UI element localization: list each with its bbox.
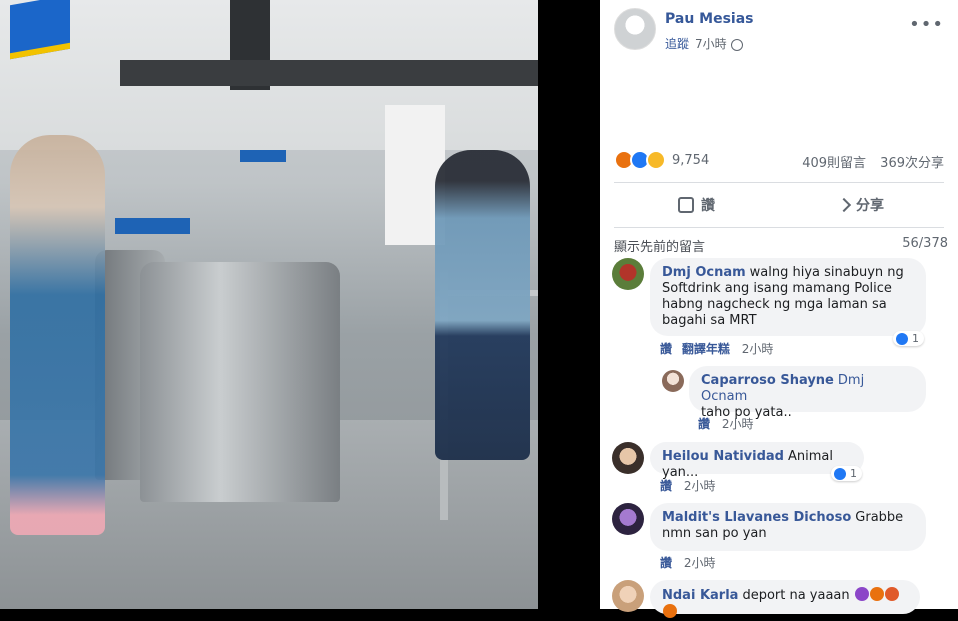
follow-link[interactable]: 追蹤 bbox=[665, 37, 689, 51]
comment: Maldit's Llavanes Dichoso Grabbe nmn san … bbox=[612, 503, 952, 573]
thumbs-up-icon bbox=[678, 197, 694, 213]
comment-time[interactable]: 2小時 bbox=[684, 479, 716, 493]
commenter-name[interactable]: Caparroso Shayne bbox=[701, 373, 834, 388]
comment-like-badge[interactable]: 1 bbox=[831, 466, 862, 481]
post-stats: 9,754 409則留言 369次分享 bbox=[614, 150, 944, 174]
comment-actions: 讚 2小時 bbox=[698, 415, 753, 432]
comment: Ndai Karla deport na yaaan bbox=[612, 580, 952, 620]
angry-emoji-icon bbox=[884, 587, 899, 601]
comment-time[interactable]: 2小時 bbox=[722, 417, 754, 431]
commenter-name[interactable]: Ndai Karla bbox=[662, 588, 738, 603]
comment-time[interactable]: 2小時 bbox=[742, 342, 774, 356]
photo-officer bbox=[435, 150, 530, 460]
comment-like-link[interactable]: 讚 bbox=[660, 342, 672, 356]
comment-actions: 讚 2小時 bbox=[660, 477, 715, 494]
comment-time[interactable]: 2小時 bbox=[684, 556, 716, 570]
post-panel: Pau Mesias 追蹤 7小時 ••• 9,754 409則留言 369次分享… bbox=[600, 0, 958, 618]
commenter-name[interactable]: Dmj Ocnam bbox=[662, 265, 746, 280]
angry-emoji-icon bbox=[869, 587, 884, 601]
comment-bubble: Dmj Ocnam walng hiya sinabuyn ng Softdrin… bbox=[650, 258, 926, 336]
commenter-avatar[interactable] bbox=[662, 370, 684, 392]
comment-like-link[interactable]: 讚 bbox=[660, 556, 672, 570]
comment-like-link[interactable]: 讚 bbox=[698, 417, 710, 431]
comment-like-badge[interactable]: 1 bbox=[893, 331, 924, 346]
commenter-avatar[interactable] bbox=[612, 258, 644, 290]
comment: Heilou Natividad Animal yan... 1 讚 2小時 bbox=[612, 442, 952, 494]
post-meta: 追蹤 7小時 bbox=[665, 35, 743, 52]
globe-icon bbox=[730, 38, 743, 51]
view-previous-comments-link[interactable]: 顯示先前的留言 bbox=[614, 240, 705, 255]
author-name[interactable]: Pau Mesias bbox=[665, 11, 754, 27]
like-icon bbox=[896, 332, 908, 345]
post-photo[interactable] bbox=[0, 0, 538, 609]
post-time[interactable]: 7小時 bbox=[695, 37, 727, 51]
angry-emoji-icon bbox=[663, 604, 677, 618]
comment-bubble: Caparroso Shayne Dmj Ocnam taho po yata.. bbox=[689, 366, 926, 420]
comment-actions: 讚 2小時 bbox=[660, 554, 715, 571]
commenter-avatar[interactable] bbox=[612, 442, 644, 474]
comment-text: deport na yaaan bbox=[742, 588, 850, 603]
photo-duct-horizontal bbox=[120, 60, 538, 86]
post-header: Pau Mesias 追蹤 7小時 ••• bbox=[614, 8, 958, 58]
like-icon bbox=[834, 467, 846, 480]
photo-sign bbox=[240, 150, 286, 162]
author-avatar[interactable] bbox=[614, 8, 656, 50]
comment-reply: Caparroso Shayne Dmj Ocnam taho po yata..… bbox=[662, 366, 952, 436]
comment-bubble: Maldit's Llavanes Dichoso Grabbe nmn san … bbox=[650, 503, 926, 551]
comment-count[interactable]: 409則留言 bbox=[802, 156, 866, 171]
comment: Dmj Ocnam walng hiya sinabuyn ng Softdrin… bbox=[612, 258, 952, 358]
share-button[interactable]: 分享 bbox=[779, 183, 944, 227]
reaction-count: 9,754 bbox=[672, 152, 710, 168]
devil-emoji-icon bbox=[854, 587, 869, 601]
comment-like-link[interactable]: 讚 bbox=[660, 479, 672, 493]
photo-woman bbox=[10, 135, 105, 535]
comment-pager: 56/378 bbox=[902, 236, 948, 251]
action-bar: 讚 分享 bbox=[614, 182, 944, 228]
like-count: 1 bbox=[912, 332, 919, 345]
share-arrow-icon bbox=[836, 197, 852, 213]
share-label: 分享 bbox=[856, 198, 884, 214]
commenter-avatar[interactable] bbox=[612, 503, 644, 535]
photo-sign bbox=[115, 218, 190, 234]
share-count[interactable]: 369次分享 bbox=[880, 156, 944, 171]
photo-turnstile bbox=[140, 262, 340, 502]
like-count: 1 bbox=[850, 467, 857, 480]
commenter-avatar[interactable] bbox=[612, 580, 644, 612]
commenter-name[interactable]: Maldit's Llavanes Dichoso bbox=[662, 510, 851, 525]
previous-comments-row: 顯示先前的留言 56/378 bbox=[614, 236, 948, 255]
comment-share-counts: 409則留言 369次分享 bbox=[792, 152, 944, 171]
reactions-summary[interactable]: 9,754 bbox=[614, 150, 709, 170]
commenter-name[interactable]: Heilou Natividad bbox=[662, 449, 784, 464]
like-button[interactable]: 讚 bbox=[614, 183, 779, 227]
sad-reaction-icon bbox=[646, 150, 666, 170]
comment-actions: 讚 翻譯年糕 2小時 bbox=[660, 340, 773, 357]
comment-translate-link[interactable]: 翻譯年糕 bbox=[682, 342, 730, 356]
like-label: 讚 bbox=[701, 198, 715, 214]
more-options-icon[interactable]: ••• bbox=[909, 14, 944, 35]
